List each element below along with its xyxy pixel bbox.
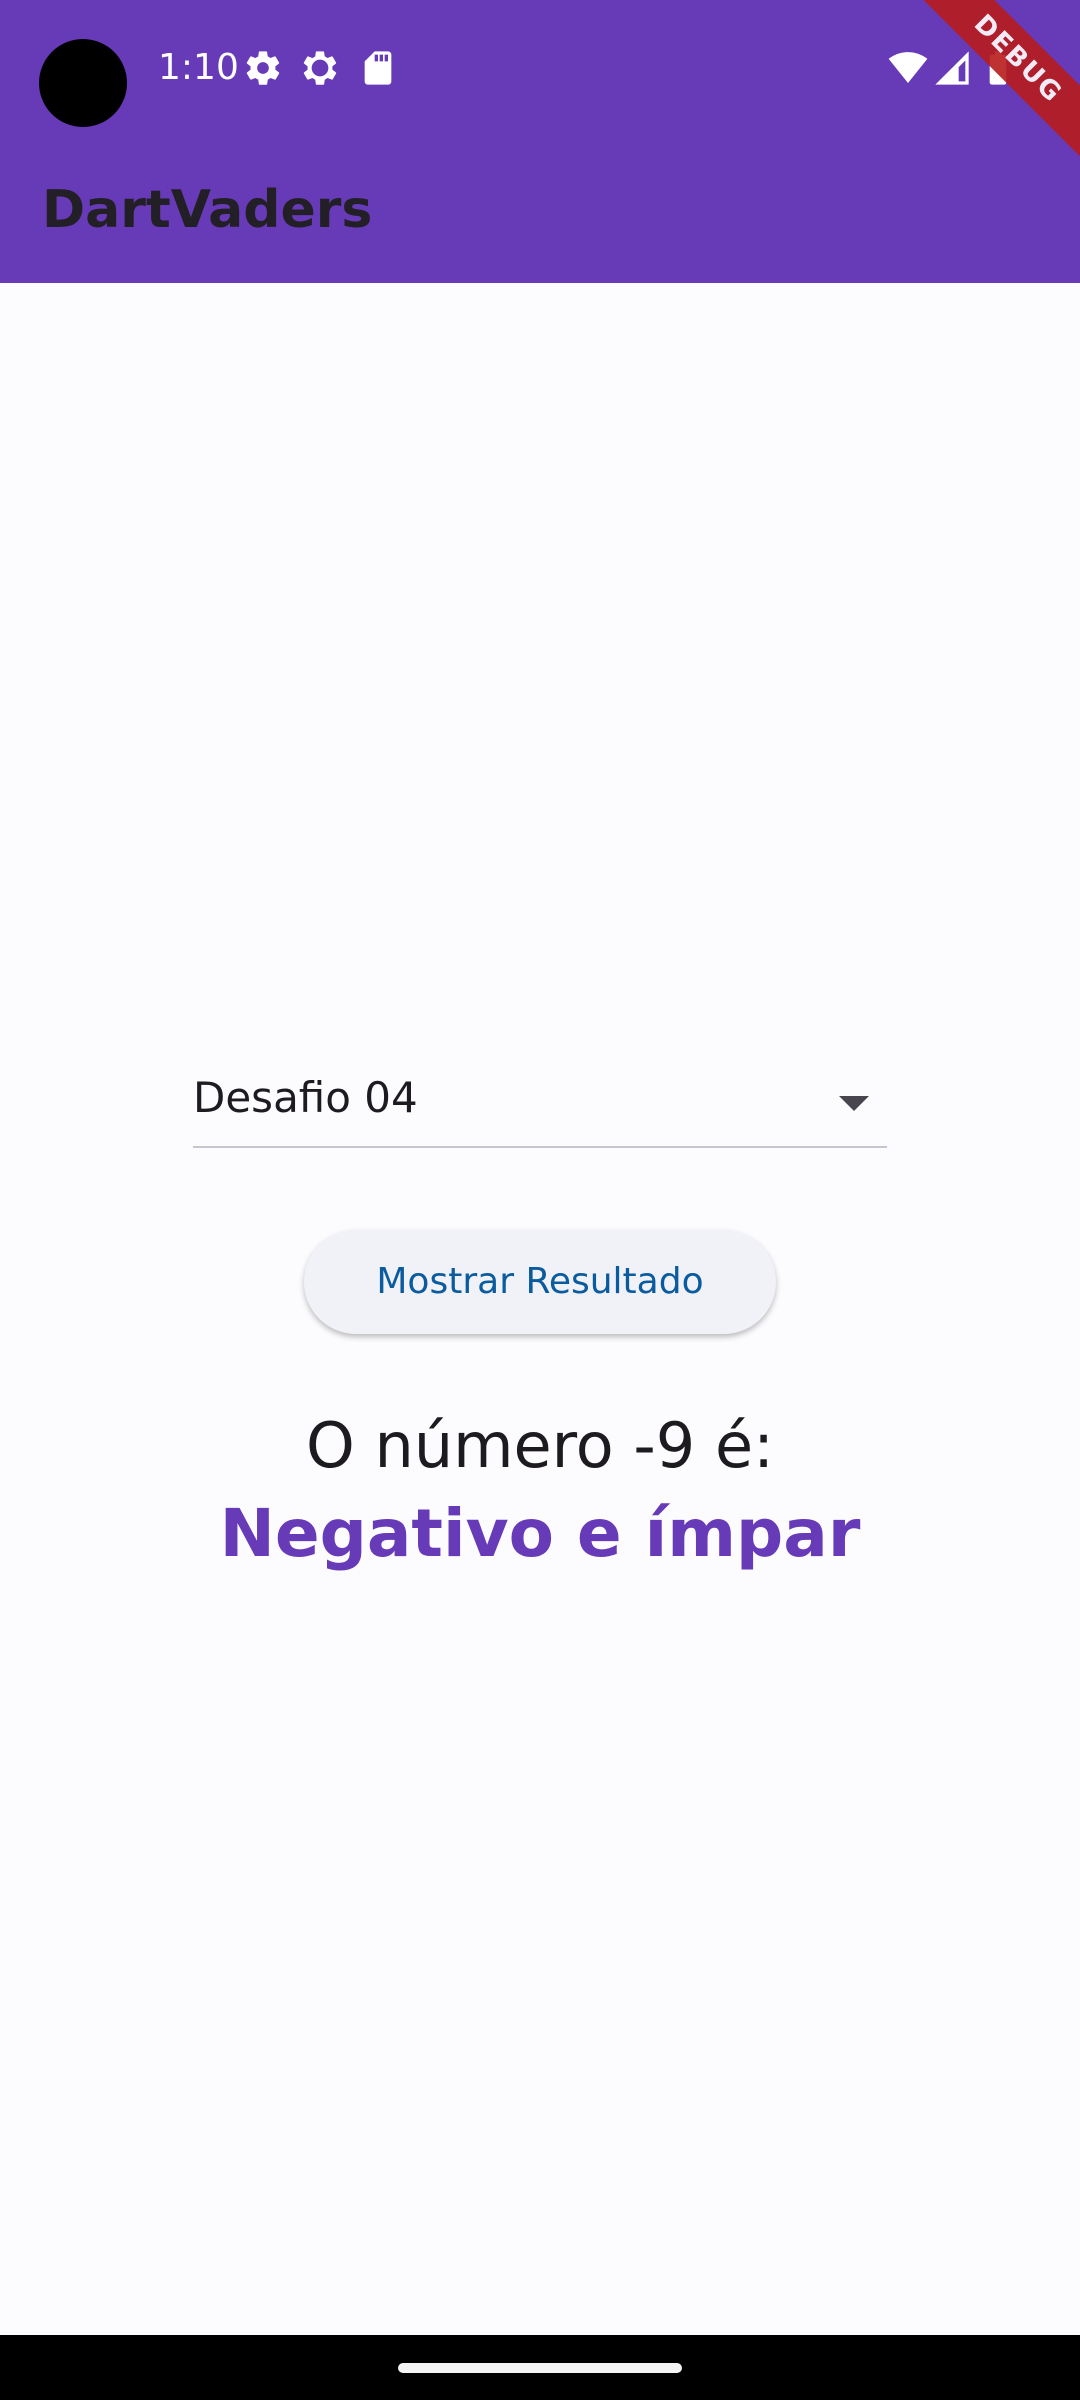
- challenge-dropdown[interactable]: Desafio 04: [193, 1060, 887, 1148]
- app-bar: 1:10 DartVaders: [0, 0, 1080, 283]
- page-title: DartVaders: [42, 180, 373, 240]
- signal-icon: [935, 51, 969, 85]
- home-gesture-handle[interactable]: [398, 2363, 682, 2373]
- dropdown-arrow-icon: [839, 1096, 869, 1111]
- wifi-icon: [888, 52, 928, 83]
- settings-icon: [246, 51, 280, 85]
- camera-cutout: [39, 39, 127, 127]
- sd-card-icon: [364, 51, 392, 85]
- show-result-button[interactable]: Mostrar Resultado: [304, 1230, 776, 1334]
- result-question: O número -9 é:: [306, 1409, 774, 1482]
- dropdown-selected-value: Desafio 04: [193, 1073, 418, 1122]
- status-time: 1:10: [158, 47, 239, 88]
- debug-settings-icon: [303, 51, 337, 85]
- result-answer: Negativo e ímpar: [219, 1495, 861, 1572]
